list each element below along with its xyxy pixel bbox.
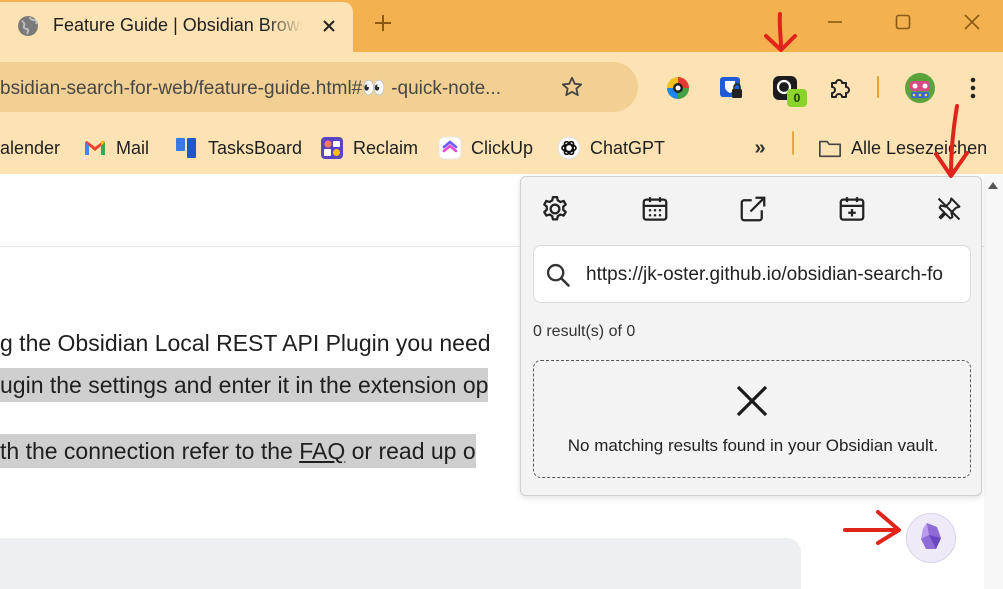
bookmark-label: ChatGPT bbox=[590, 137, 666, 158]
open-external-icon[interactable] bbox=[737, 193, 769, 225]
tab-strip: Feature Guide | Obsidian Browser Search bbox=[0, 0, 1003, 52]
search-icon bbox=[544, 261, 572, 289]
obsidian-search-popup: 0 result(s) of 0 No matching results fou… bbox=[520, 176, 982, 496]
new-tab-plus-icon[interactable] bbox=[370, 10, 396, 36]
text-segment: or read up o bbox=[345, 438, 476, 464]
paragraph-line-2: ugin the settings and enter it in the ex… bbox=[0, 368, 489, 402]
obsidian-logo-icon bbox=[919, 522, 943, 555]
maximize-icon[interactable] bbox=[891, 10, 915, 34]
unpin-icon[interactable] bbox=[933, 193, 965, 225]
bitwarden-lock-icon[interactable] bbox=[717, 74, 745, 102]
faq-link[interactable]: FAQ bbox=[299, 438, 345, 464]
minimize-icon[interactable] bbox=[823, 10, 847, 34]
daily-note-calendar-icon[interactable] bbox=[639, 193, 671, 225]
clickup-icon bbox=[438, 136, 462, 160]
bookmark-reclaim[interactable]: Reclaim bbox=[320, 130, 418, 166]
chatgpt-icon bbox=[557, 136, 581, 160]
bookmark-folder-label: Alle Lesezeichen bbox=[851, 137, 988, 158]
globe-icon bbox=[16, 14, 40, 38]
bookmarks-separator bbox=[792, 131, 794, 155]
paragraph-line-3: th the connection refer to the FAQ or re… bbox=[0, 434, 476, 468]
color-extension-icon[interactable] bbox=[664, 74, 692, 102]
no-results-x-icon bbox=[732, 381, 772, 421]
highlighted-text: th the connection refer to the FAQ or re… bbox=[0, 434, 476, 468]
url-text[interactable]: bsidian-search-for-web/feature-guide.htm… bbox=[0, 76, 540, 100]
paragraph-line-1: g the Obsidian Local REST API Plugin you… bbox=[0, 330, 491, 356]
active-tab[interactable]: Feature Guide | Obsidian Browser Search bbox=[0, 2, 353, 52]
browser-window: Feature Guide | Obsidian Browser Search … bbox=[0, 0, 1003, 589]
search-input[interactable] bbox=[586, 260, 944, 290]
profile-avatar[interactable] bbox=[904, 72, 936, 104]
search-box[interactable] bbox=[533, 245, 971, 303]
tab-title: Feature Guide | Obsidian Browser Search bbox=[53, 15, 303, 35]
bookmark-clickup[interactable]: ClickUp bbox=[438, 130, 533, 166]
highlighted-text: ugin the settings and enter it in the ex… bbox=[0, 368, 489, 402]
folder-icon bbox=[818, 136, 842, 160]
bookmark-tasksboard[interactable]: TasksBoard bbox=[175, 130, 302, 166]
bookmark-mail[interactable]: Mail bbox=[83, 130, 149, 166]
result-count: 0 result(s) of 0 bbox=[533, 323, 636, 340]
bookmarks-bar: alender Mail TasksBoard Reclaim ClickUp bbox=[0, 124, 1003, 174]
text-segment: th the connection refer to the bbox=[0, 438, 300, 464]
scrollbar[interactable] bbox=[984, 174, 1003, 589]
scroll-up-arrow-icon[interactable] bbox=[988, 182, 998, 189]
settings-gear-icon[interactable] bbox=[539, 193, 571, 225]
no-results-panel: No matching results found in your Obsidi… bbox=[533, 360, 971, 478]
address-bar[interactable]: bsidian-search-for-web/feature-guide.htm… bbox=[0, 62, 638, 112]
more-bookmarks-chevron-icon[interactable]: » bbox=[748, 136, 772, 160]
no-results-message: No matching results found in your Obsidi… bbox=[567, 436, 939, 455]
bookmark-chatgpt[interactable]: ChatGPT bbox=[557, 130, 665, 166]
bookmark-label: TasksBoard bbox=[208, 137, 303, 158]
tasksboard-icon bbox=[175, 136, 199, 160]
bookmark-label: Reclaim bbox=[353, 137, 419, 158]
bookmark-label: alender bbox=[0, 137, 61, 158]
bookmark-label: ClickUp bbox=[471, 137, 534, 158]
bookmark-star-icon[interactable] bbox=[559, 74, 585, 100]
bookmark-calendar[interactable]: alender bbox=[0, 130, 60, 166]
bookmark-label: Mail bbox=[116, 137, 150, 158]
obsidian-floating-button[interactable] bbox=[906, 513, 956, 563]
gmail-icon bbox=[83, 136, 107, 160]
code-block bbox=[0, 538, 801, 589]
reclaim-icon bbox=[320, 136, 344, 160]
kebab-menu-icon[interactable] bbox=[959, 74, 987, 102]
bookmark-folder-all[interactable]: Alle Lesezeichen bbox=[818, 130, 987, 166]
puzzle-extensions-icon[interactable] bbox=[826, 74, 854, 102]
window-close-icon[interactable] bbox=[960, 10, 984, 34]
tab-close-icon[interactable] bbox=[317, 14, 341, 38]
add-calendar-note-icon[interactable] bbox=[836, 193, 868, 225]
toolbar-separator bbox=[877, 76, 879, 98]
extension-badge: 0 bbox=[787, 89, 807, 107]
